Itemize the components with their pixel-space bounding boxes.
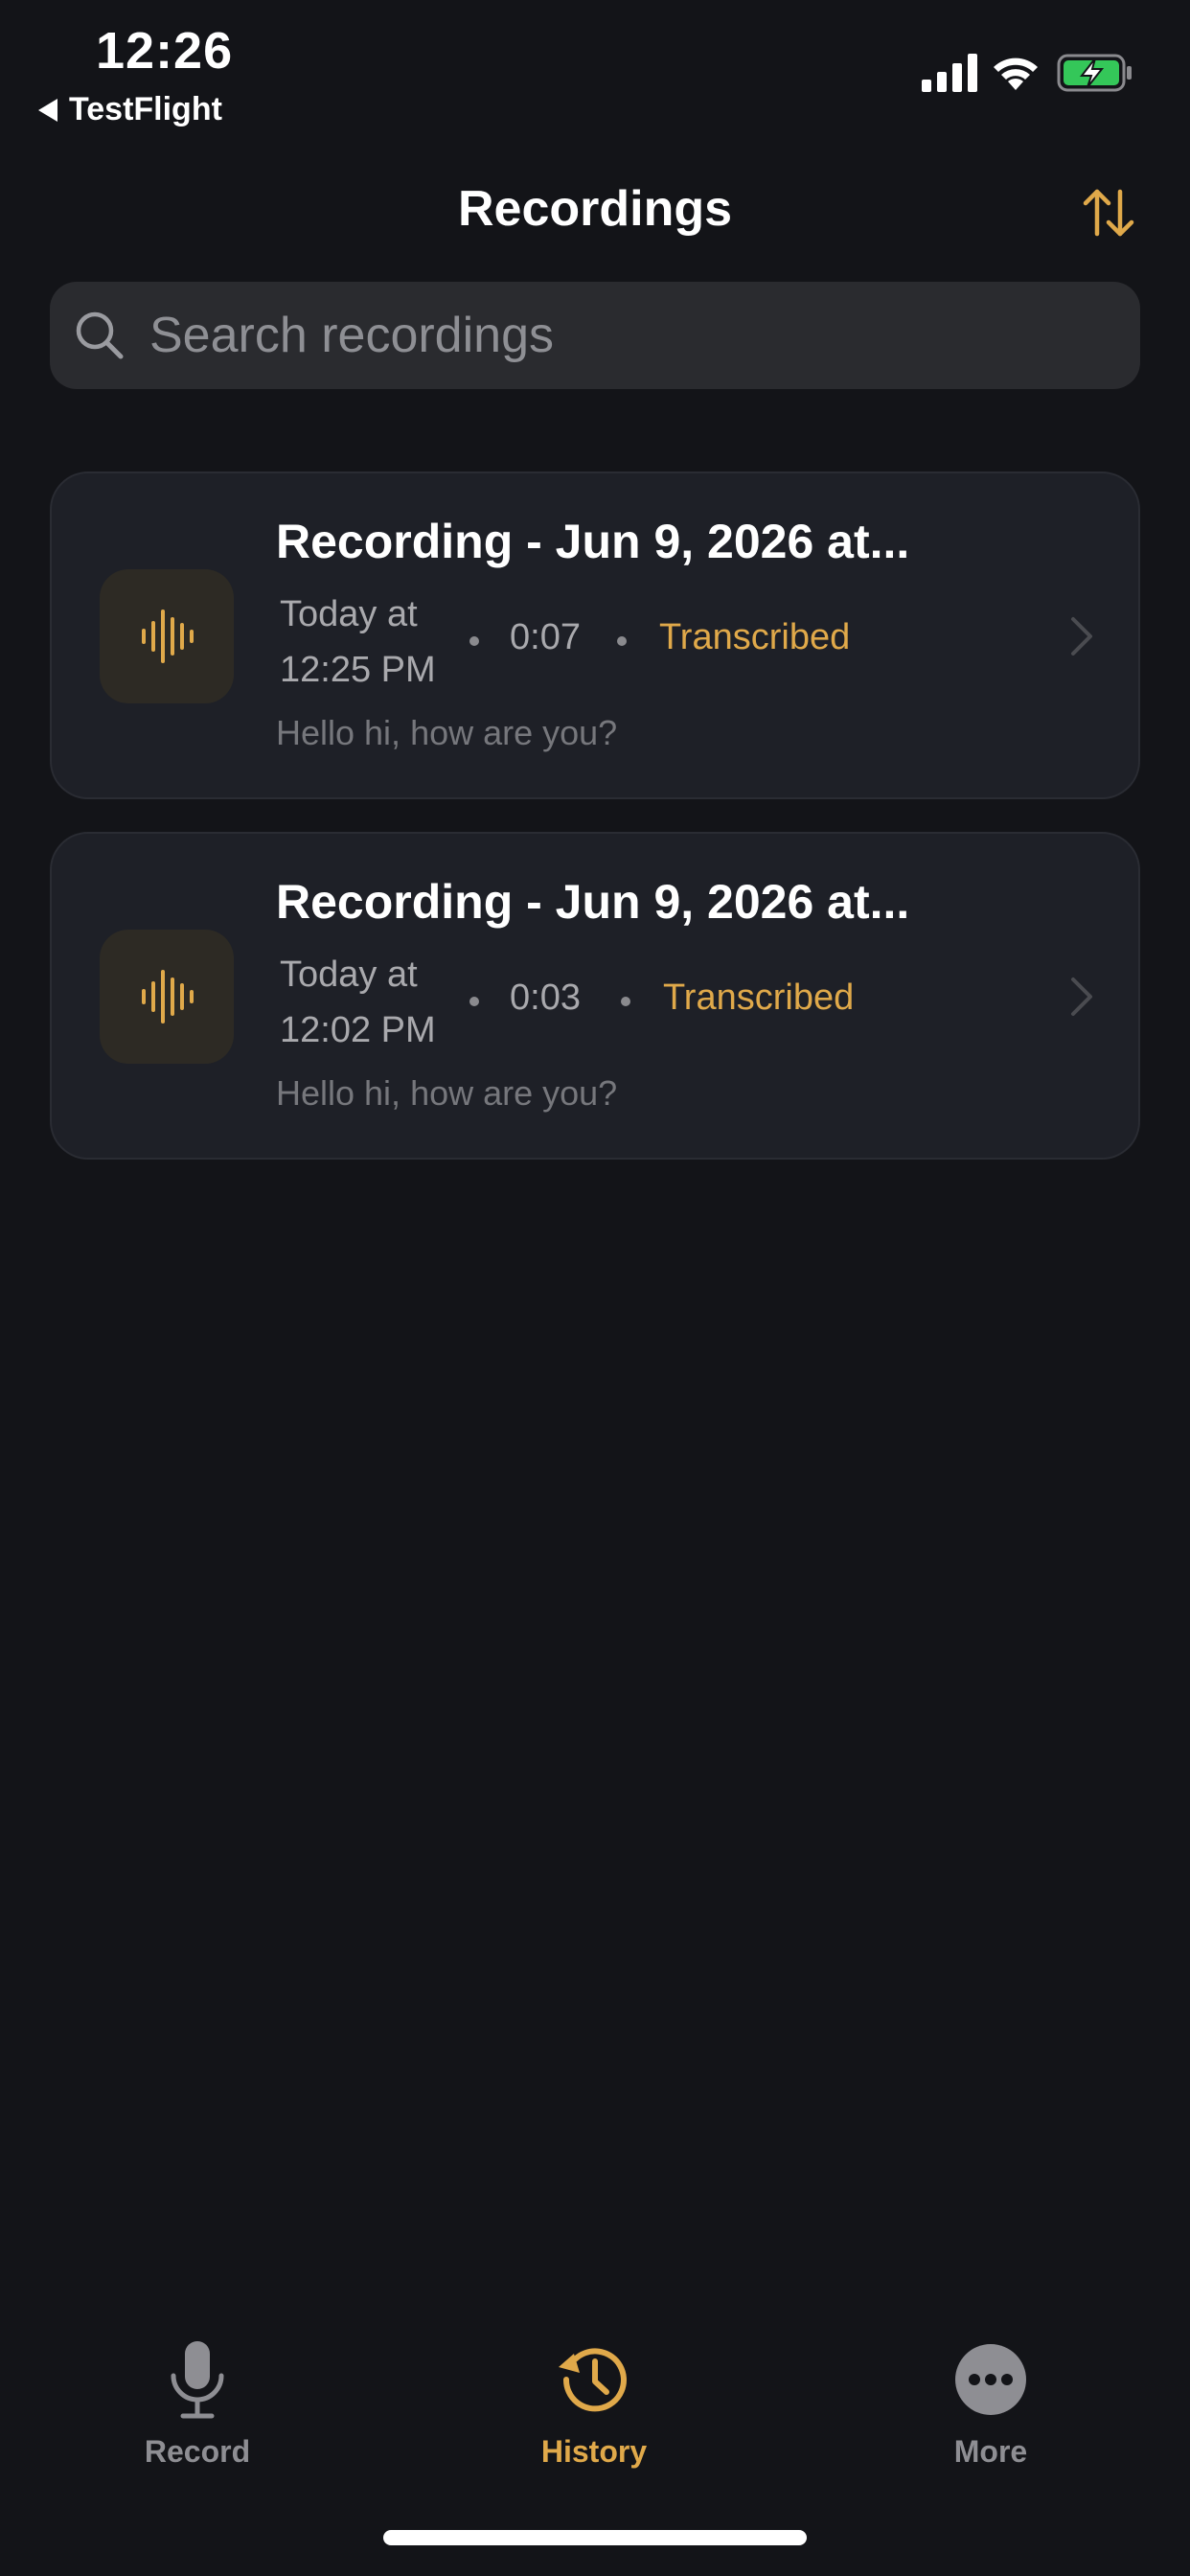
status-time: 12:26: [96, 22, 234, 80]
waveform-icon: [142, 610, 194, 663]
recording-card[interactable]: Recording - Jun 9, 2026 at... Today at 1…: [50, 832, 1140, 1160]
recording-date-line1: Today at: [280, 954, 418, 995]
chevron-right-icon: [1071, 617, 1092, 656]
history-icon: [551, 2336, 637, 2423]
search-bar[interactable]: [50, 282, 1140, 389]
recording-card[interactable]: Recording - Jun 9, 2026 at... Today at 1…: [50, 472, 1140, 799]
home-indicator[interactable]: [383, 2530, 807, 2545]
recording-date-line2: 12:02 PM: [280, 1010, 436, 1050]
recording-date-line2: 12:25 PM: [280, 650, 436, 690]
tab-label: More: [953, 2434, 1028, 2469]
more-icon: [948, 2336, 1034, 2423]
transcription-status: Transcribed: [663, 978, 855, 1018]
separator-dot: [469, 636, 479, 646]
sort-arrows-icon: [1083, 189, 1134, 237]
recording-duration: 0:07: [510, 617, 581, 657]
wifi-icon: [994, 58, 1038, 90]
tab-label: Record: [144, 2434, 251, 2469]
back-to-app-button[interactable]: TestFlight: [38, 91, 222, 128]
back-app-label: TestFlight: [69, 91, 222, 127]
tab-record[interactable]: Record: [92, 2336, 303, 2470]
back-triangle-icon: [38, 98, 57, 122]
recording-date: Today at 12:25 PM: [280, 586, 436, 698]
transcription-status: Transcribed: [659, 617, 851, 657]
tab-label: History: [540, 2434, 648, 2469]
separator-dot: [621, 997, 630, 1006]
recording-date-line1: Today at: [280, 594, 418, 634]
waveform-icon-tile: [100, 569, 234, 703]
recording-duration: 0:03: [510, 978, 581, 1018]
waveform-icon-tile: [100, 930, 234, 1064]
tab-more[interactable]: More: [885, 2336, 1096, 2470]
microphone-icon: [154, 2336, 240, 2423]
waveform-icon: [142, 970, 194, 1024]
chevron-right-icon: [1071, 978, 1092, 1016]
recording-title: Recording - Jun 9, 2026 at...: [276, 875, 910, 929]
transcript-preview: Hello hi, how are you?: [276, 713, 618, 752]
page-title: Recordings: [457, 181, 733, 237]
sort-button[interactable]: [1078, 182, 1139, 243]
separator-dot: [469, 997, 479, 1006]
tab-history[interactable]: History: [489, 2336, 699, 2470]
cellular-signal-icon: [922, 54, 977, 92]
search-input[interactable]: [148, 306, 1014, 365]
transcript-preview: Hello hi, how are you?: [276, 1073, 618, 1113]
search-icon: [76, 311, 124, 359]
separator-dot: [617, 636, 627, 646]
battery-charging-icon: [1057, 54, 1132, 92]
recording-title: Recording - Jun 9, 2026 at...: [276, 515, 910, 568]
recording-date: Today at 12:02 PM: [280, 947, 436, 1058]
